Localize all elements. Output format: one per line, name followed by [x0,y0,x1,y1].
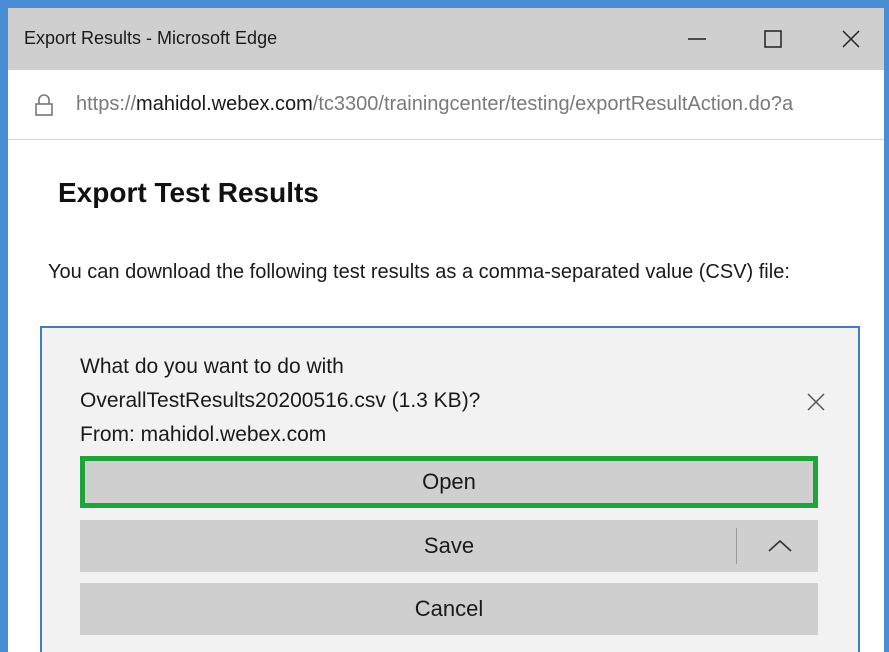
title-bar[interactable]: Export Results - Microsoft Edge [8,8,884,70]
download-question-line: What do you want to do with [80,355,344,378]
lock-icon [35,94,53,116]
maximize-button[interactable] [736,8,810,70]
page-title: Export Test Results [58,177,319,208]
url-text[interactable]: https://mahidol.webex.com/tc3300/trainin… [76,93,793,116]
dismiss-download-button[interactable] [802,388,830,416]
minimize-icon [688,38,706,40]
browser-window: Export Results - Microsoft Edge https://… [0,0,889,652]
save-divider [736,528,737,564]
cancel-button[interactable]: Cancel [80,583,818,635]
save-button[interactable]: Save [80,520,818,572]
page-description: You can download the following test resu… [48,261,790,283]
download-source: From: mahidol.webex.com [80,423,327,446]
minimize-button[interactable] [660,8,734,70]
download-question: What do you want to do with OverallTestR… [80,350,480,452]
url-host: mahidol.webex.com [136,93,313,115]
cancel-button-label: Cancel [414,596,484,621]
window-close-button[interactable] [814,8,884,70]
download-filename: OverallTestResults20200516.csv (1.3 KB)? [80,389,481,412]
url-scheme: https:// [76,93,137,115]
save-button-label: Save [423,533,475,558]
save-options-button[interactable] [756,528,804,564]
maximize-icon [764,30,782,48]
page-content: Export Test Results You can download the… [8,141,884,652]
chevron-up-icon [768,539,792,552]
open-button[interactable]: Open [80,456,818,508]
close-icon [807,393,825,411]
address-bar[interactable]: https://mahidol.webex.com/tc3300/trainin… [8,70,884,140]
url-path: /tc3300/trainingcenter/testing/exportRes… [312,93,794,115]
download-prompt: What do you want to do with OverallTestR… [40,326,860,652]
open-button-label: Open [422,469,476,494]
close-icon [842,30,860,48]
window-title: Export Results - Microsoft Edge [24,28,278,48]
